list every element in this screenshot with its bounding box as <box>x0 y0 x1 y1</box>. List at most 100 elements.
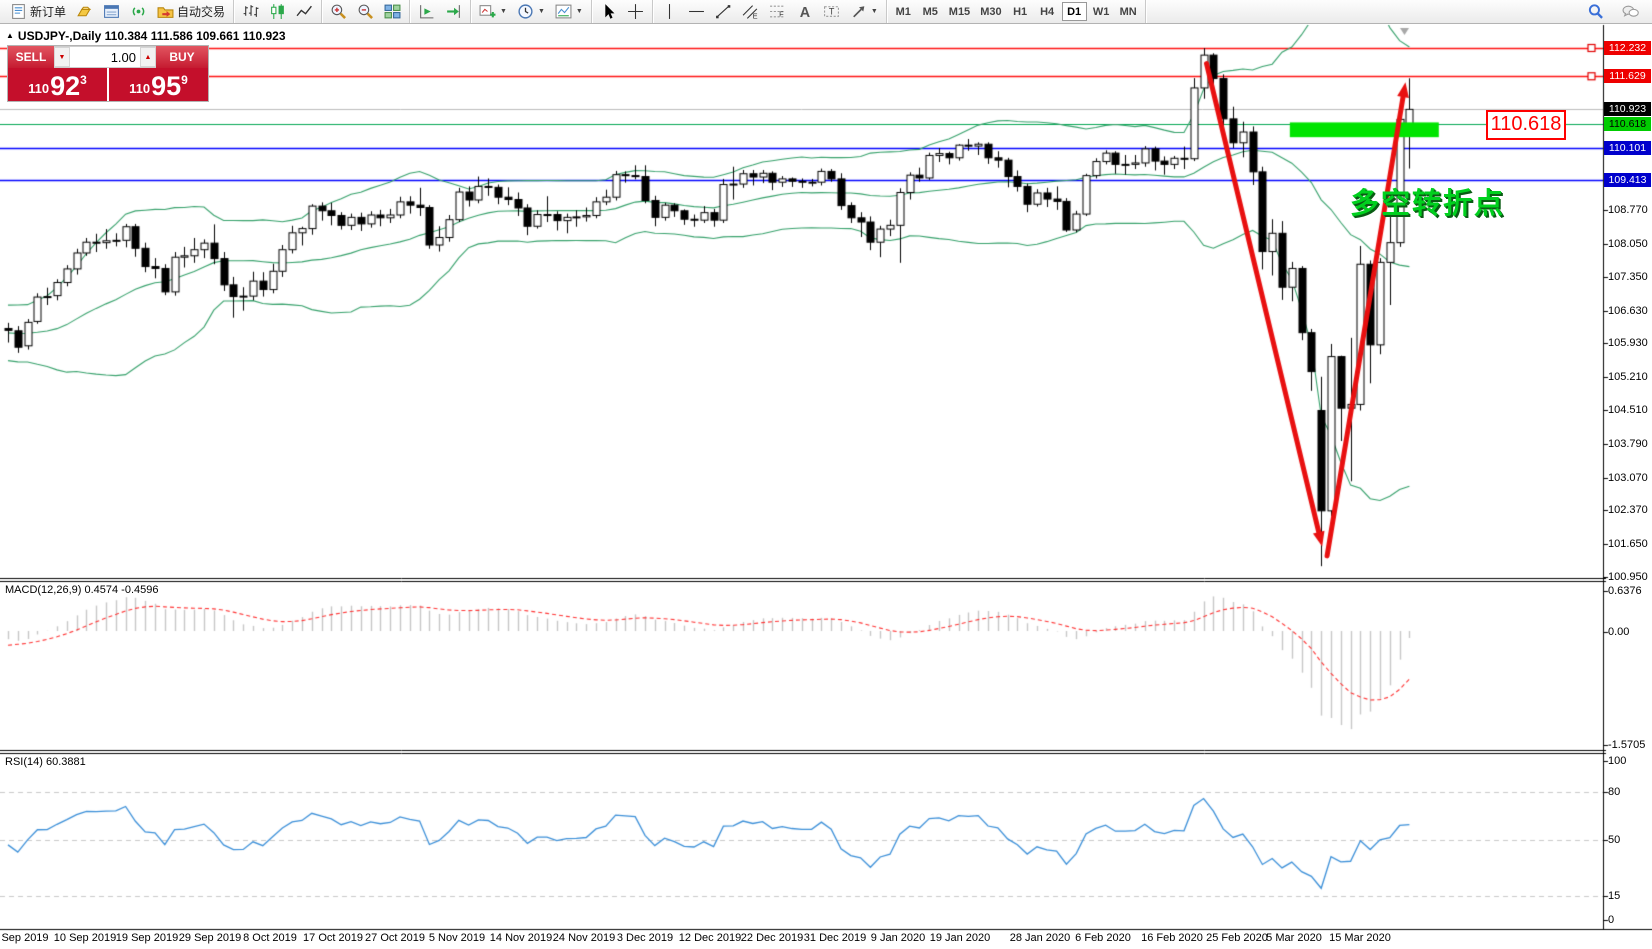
indicator-axis-label: 0.6376 <box>1608 585 1642 597</box>
rsi-label: RSI(14) 60.3881 <box>5 756 86 768</box>
date-label: 5 Nov 2019 <box>428 932 486 944</box>
candles-chart-icon <box>271 4 284 19</box>
buy-button[interactable]: BUY <box>156 46 208 68</box>
chart-canvas[interactable] <box>0 0 1652 949</box>
autotrade-icon <box>157 7 174 18</box>
bars-chart-icon <box>243 5 259 17</box>
collapse-triangle-icon[interactable]: ▲ <box>6 31 14 40</box>
zoom-in-button[interactable] <box>326 1 351 22</box>
chart-shift-button[interactable] <box>414 1 439 22</box>
date-label: 15 Mar 2020 <box>1329 932 1391 944</box>
hline-button[interactable] <box>684 1 709 22</box>
search-button[interactable] <box>1583 1 1608 22</box>
mt4-window: { "toolbar": { "groups": [ {"items":[{"n… <box>0 0 1652 949</box>
buy-price-cell[interactable]: 110 95 9 <box>107 68 208 101</box>
candles-chart-button[interactable] <box>265 1 290 22</box>
timeframe-D1[interactable]: D1 <box>1061 2 1087 21</box>
price-tick-label: 102.370 <box>1608 504 1648 517</box>
buy-price-small: 110 <box>129 81 151 96</box>
timeframe-M1[interactable]: M1 <box>891 2 916 21</box>
text-icon: A <box>800 5 810 20</box>
timeframe-M30[interactable]: M30 <box>976 2 1005 21</box>
new-chart-icon <box>479 5 496 18</box>
price-tick-label: 106.630 <box>1608 304 1648 317</box>
text-button[interactable]: A <box>792 1 817 22</box>
timeframe-H4[interactable]: H4 <box>1035 2 1060 21</box>
price-level-badge: 112.232 <box>1604 41 1651 55</box>
arrows-button[interactable]: ▼ <box>846 1 882 22</box>
price-tick-label: 105.210 <box>1608 371 1648 384</box>
date-label: 3 Dec 2019 <box>616 932 674 944</box>
date-label: 10 Sep 2019 <box>53 932 117 944</box>
date-label: 8 Oct 2019 <box>243 932 297 944</box>
timeframe-MN[interactable]: MN <box>1116 2 1141 21</box>
date-label: 19 Jan 2020 <box>929 932 991 944</box>
channel-button[interactable]: E <box>738 1 763 22</box>
dropdown-caret-icon: ▼ <box>500 8 507 15</box>
bars-chart-button[interactable] <box>238 1 263 22</box>
timeframe-M15[interactable]: M15 <box>945 2 974 21</box>
cursor-icon <box>605 4 615 19</box>
tile-windows-button[interactable] <box>380 1 405 22</box>
volume-increase-button[interactable]: ▲ <box>140 47 156 67</box>
price-tick-label: 107.350 <box>1608 270 1648 283</box>
market-watch-icon <box>104 5 119 18</box>
trade-panel-controls: SELL ▼ ▲ BUY <box>8 46 208 68</box>
gold-bar-icon <box>77 6 92 17</box>
vline-button[interactable] <box>657 1 682 22</box>
arrows-icon <box>852 6 865 18</box>
price-level-callout[interactable]: 110.618 <box>1486 110 1566 140</box>
chat-icon <box>1622 5 1639 17</box>
market-watch-button[interactable] <box>99 1 124 22</box>
date-label: 27 Oct 2019 <box>365 932 425 944</box>
line-chart-button[interactable] <box>292 1 317 22</box>
date-label: 25 Feb 2020 <box>1206 932 1268 944</box>
volume-decrease-button[interactable]: ▼ <box>54 47 70 67</box>
auto-scroll-button[interactable] <box>441 1 466 22</box>
date-label: 22 Dec 2019 <box>740 932 804 944</box>
indicator-axis-label: 80 <box>1608 786 1621 798</box>
svg-text:T: T <box>829 7 835 17</box>
indicator-axis-label: 0.00 <box>1608 626 1630 638</box>
crosshair-button[interactable] <box>623 1 648 22</box>
sell-price-sup: 3 <box>80 73 87 87</box>
channel-icon: E <box>742 5 757 20</box>
cursor-button[interactable] <box>596 1 621 22</box>
signal-icon <box>132 7 145 16</box>
signal-button[interactable] <box>126 1 151 22</box>
templates-button[interactable]: ▼ <box>551 1 587 22</box>
timeframe-H1[interactable]: H1 <box>1008 2 1033 21</box>
ohlc-values: 110.384 111.586 109.661 110.923 <box>104 29 286 43</box>
volume-input[interactable] <box>70 47 140 67</box>
trendline-icon <box>715 5 731 19</box>
toolbar-group <box>322 0 411 23</box>
toolbar-group <box>234 0 323 23</box>
timeframe-M5[interactable]: M5 <box>918 2 943 21</box>
periods-icon <box>518 4 533 19</box>
trendline-button[interactable] <box>711 1 736 22</box>
price-tick-label: 108.770 <box>1608 204 1648 217</box>
gold-bar-button[interactable] <box>72 1 97 22</box>
chat-button[interactable] <box>1618 1 1643 22</box>
fibonacci-button[interactable]: F <box>765 1 790 22</box>
zoom-out-button[interactable] <box>353 1 378 22</box>
autotrade-label: 自动交易 <box>177 5 226 19</box>
timeframe-W1[interactable]: W1 <box>1089 2 1114 21</box>
hline-icon <box>688 10 704 13</box>
sell-price-big: 92 <box>50 71 81 101</box>
periods-button[interactable]: ▼ <box>513 1 549 22</box>
svg-text:E: E <box>752 11 757 20</box>
label-button[interactable]: T <box>819 1 844 22</box>
sell-button[interactable]: SELL <box>8 46 54 68</box>
autotrade-button[interactable]: 自动交易 <box>153 1 229 22</box>
svg-text:A: A <box>800 5 810 20</box>
crosshair-icon <box>627 4 643 19</box>
new-order-button[interactable]: 新订单 <box>6 1 70 22</box>
sell-price-cell[interactable]: 110 92 3 <box>8 68 107 101</box>
new-order-icon <box>12 4 25 19</box>
toolbar-group: E F A T ▼ <box>653 0 887 23</box>
new-chart-button[interactable]: ▼ <box>475 1 511 22</box>
dropdown-caret-icon: ▼ <box>870 8 878 15</box>
timeframe-group: M1 M5 M15 M30 H1 H4 D1 W1 MN <box>887 0 1146 23</box>
line-chart-icon <box>296 5 312 17</box>
